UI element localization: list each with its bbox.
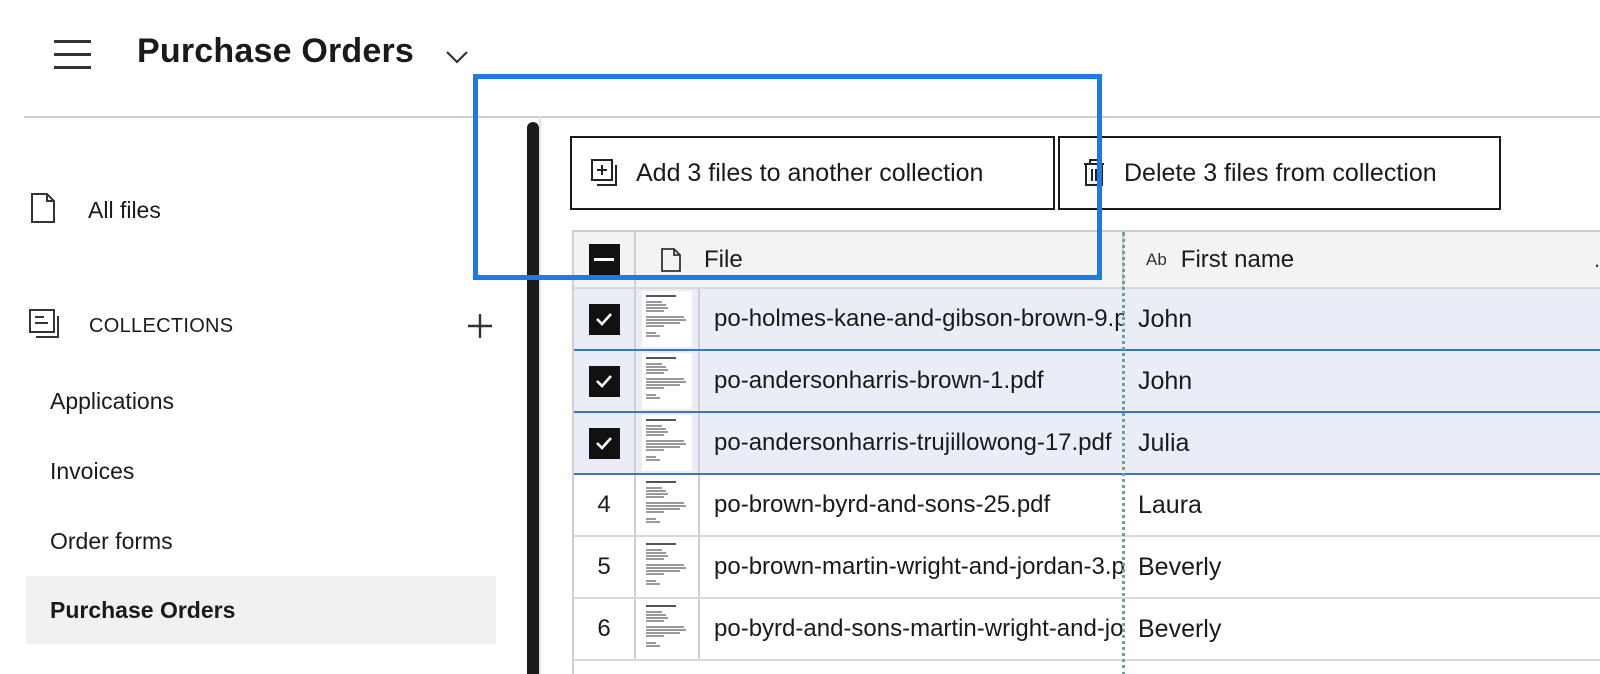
table-row[interactable]: po-andersonharris-brown-1.pdf John [574, 351, 1600, 413]
column-header-file[interactable]: File [636, 232, 1124, 287]
files-table: File Ab First name ·· po-holmes-kane-and… [572, 230, 1600, 674]
table-row[interactable]: 4 po-brown-byrd-and-sons-25.pdf Laura [574, 475, 1600, 537]
check-icon [596, 375, 612, 388]
file-icon [660, 247, 682, 273]
collections-icon [28, 308, 62, 345]
collections-header: COLLECTIONS [28, 306, 498, 346]
file-thumbnail [642, 415, 692, 471]
file-name-cell[interactable]: po-andersonharris-trujillowong-17.pdf [700, 413, 1124, 473]
sidebar-item-all-files[interactable]: All files [30, 190, 500, 230]
add-to-collection-button[interactable]: Add 3 files to another collection [570, 136, 1055, 210]
scroll-track [539, 116, 541, 674]
check-icon [596, 437, 612, 450]
check-icon [596, 313, 612, 326]
row-number: 6 [597, 615, 611, 642]
file-thumbnail-cell[interactable] [636, 599, 700, 659]
plus-icon[interactable] [466, 312, 494, 340]
sidebar-item-purchase-orders[interactable]: Purchase Orders [26, 576, 496, 644]
column-resize-handle[interactable] [1122, 232, 1125, 674]
add-to-collection-label: Add 3 files to another collection [636, 158, 984, 187]
collections-label: COLLECTIONS [89, 314, 234, 337]
text-type-icon: Ab [1146, 249, 1167, 269]
sidebar-item-order-forms[interactable]: Order forms [26, 507, 496, 575]
column-header-label: File [704, 245, 743, 273]
file-thumbnail-cell[interactable] [636, 351, 700, 411]
file-name-cell[interactable]: po-brown-byrd-and-sons-25.pdf [700, 475, 1124, 535]
header-divider [24, 116, 1600, 118]
file-thumbnail [642, 477, 692, 533]
first-name-cell[interactable]: John [1124, 289, 1600, 349]
file-thumbnail-cell[interactable] [636, 537, 700, 597]
sidebar-item-applications[interactable]: Applications [26, 367, 496, 435]
row-select-cell[interactable] [574, 413, 636, 473]
scrollbar[interactable] [527, 122, 539, 674]
delete-from-collection-button[interactable]: Delete 3 files from collection [1058, 136, 1501, 210]
delete-from-collection-label: Delete 3 files from collection [1124, 158, 1437, 187]
select-all-checkbox[interactable] [588, 244, 620, 275]
column-header-first-name[interactable]: Ab First name ·· [1124, 232, 1600, 287]
first-name-cell[interactable]: Laura [1124, 475, 1600, 535]
row-select-cell[interactable]: 5 [574, 537, 636, 597]
file-thumbnail-cell[interactable] [636, 475, 700, 535]
file-thumbnail [642, 291, 692, 347]
table-header-row: File Ab First name ·· [574, 232, 1600, 289]
row-checkbox[interactable] [588, 303, 620, 335]
trash-icon [1080, 159, 1108, 187]
hamburger-icon[interactable] [54, 40, 92, 70]
table-row[interactable]: 6 po-byrd-and-sons-martin-wright-and-jord… [574, 599, 1600, 661]
file-thumbnail [642, 353, 692, 409]
chevron-down-icon[interactable] [445, 50, 469, 69]
file-name-cell[interactable]: po-holmes-kane-and-gibson-brown-9.pdf [700, 289, 1124, 349]
table-row[interactable]: po-holmes-kane-and-gibson-brown-9.pdf Joh… [574, 289, 1600, 351]
row-select-cell[interactable]: 4 [574, 475, 636, 535]
table-row[interactable]: 5 po-brown-martin-wright-and-jordan-3.pdf… [574, 537, 1600, 599]
select-all-cell [574, 232, 636, 287]
row-select-cell[interactable] [574, 351, 636, 411]
row-select-cell[interactable] [574, 289, 636, 349]
file-icon [30, 192, 56, 229]
sidebar-item-invoices[interactable]: Invoices [26, 437, 496, 505]
page-title: Purchase Orders [137, 32, 415, 70]
more-options-icon[interactable]: ·· [1593, 252, 1600, 278]
file-name-cell[interactable]: po-byrd-and-sons-martin-wright-and-jorda… [700, 599, 1124, 659]
file-thumbnail-cell[interactable] [636, 413, 700, 473]
add-box-icon [590, 159, 618, 187]
row-number: 4 [597, 491, 611, 518]
file-thumbnail [642, 601, 692, 657]
file-name-cell[interactable]: po-andersonharris-brown-1.pdf [700, 351, 1124, 411]
column-header-label: First name [1180, 245, 1295, 273]
file-thumbnail-cell[interactable] [636, 289, 700, 349]
row-checkbox[interactable] [588, 427, 620, 459]
row-checkbox[interactable] [588, 365, 620, 397]
row-select-cell[interactable]: 6 [574, 599, 636, 659]
file-name-cell[interactable]: po-brown-martin-wright-and-jordan-3.pdf [700, 537, 1124, 597]
first-name-cell[interactable]: Beverly [1124, 537, 1600, 597]
table-row[interactable]: po-andersonharris-trujillowong-17.pdf Jul… [574, 413, 1600, 475]
sidebar-item-label: All files [88, 196, 161, 223]
first-name-cell[interactable]: John [1124, 351, 1600, 411]
file-thumbnail [642, 539, 692, 595]
first-name-cell[interactable]: Beverly [1124, 599, 1600, 659]
row-number: 5 [597, 553, 611, 580]
first-name-cell[interactable]: Julia [1124, 413, 1600, 473]
